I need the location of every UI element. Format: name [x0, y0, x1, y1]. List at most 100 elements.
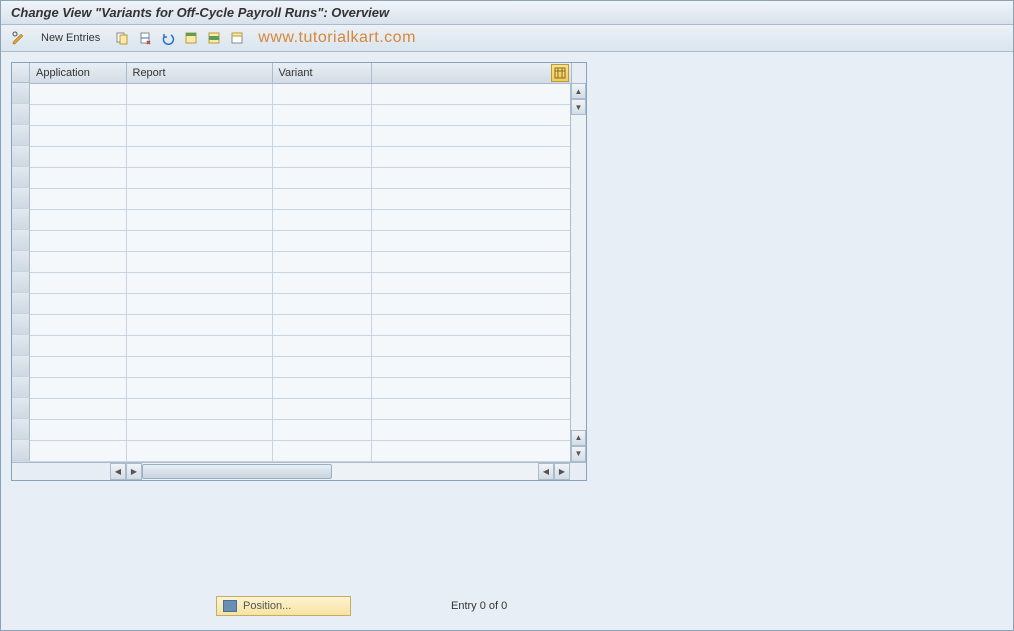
- table-cell[interactable]: [371, 440, 571, 461]
- table-cell[interactable]: [30, 104, 126, 125]
- table-cell[interactable]: [126, 398, 272, 419]
- deselect-all-button[interactable]: [227, 28, 247, 48]
- table-cell[interactable]: [126, 440, 272, 461]
- table-cell[interactable]: [371, 272, 571, 293]
- table-cell[interactable]: [371, 230, 571, 251]
- table-cell[interactable]: [272, 419, 371, 440]
- row-selector[interactable]: [12, 356, 30, 377]
- selector-header[interactable]: [12, 63, 30, 83]
- hscroll-track[interactable]: [142, 463, 538, 480]
- row-selector[interactable]: [12, 335, 30, 356]
- scroll-left-button[interactable]: ◀: [110, 463, 126, 480]
- scroll-up-button[interactable]: ▲: [571, 83, 586, 99]
- table-cell[interactable]: [30, 125, 126, 146]
- table-cell[interactable]: [371, 335, 571, 356]
- table-cell[interactable]: [30, 272, 126, 293]
- table-cell[interactable]: [371, 104, 571, 125]
- table-cell[interactable]: [371, 251, 571, 272]
- table-cell[interactable]: [126, 83, 272, 104]
- scroll-left-step-button[interactable]: ▶: [126, 463, 142, 480]
- table-cell[interactable]: [371, 419, 571, 440]
- scroll-down-step-button[interactable]: ▲: [571, 430, 586, 446]
- table-cell[interactable]: [30, 314, 126, 335]
- table-cell[interactable]: [371, 125, 571, 146]
- table-cell[interactable]: [371, 146, 571, 167]
- row-selector[interactable]: [12, 188, 30, 209]
- table-cell[interactable]: [371, 167, 571, 188]
- vertical-scrollbar[interactable]: ▲ ▼ ▲ ▼: [570, 83, 586, 462]
- row-selector[interactable]: [12, 146, 30, 167]
- table-cell[interactable]: [30, 293, 126, 314]
- row-selector[interactable]: [12, 209, 30, 230]
- scroll-right-button[interactable]: ▶: [554, 463, 570, 480]
- row-selector[interactable]: [12, 125, 30, 146]
- table-cell[interactable]: [30, 356, 126, 377]
- table-cell[interactable]: [272, 188, 371, 209]
- row-selector[interactable]: [12, 314, 30, 335]
- row-selector[interactable]: [12, 167, 30, 188]
- table-cell[interactable]: [272, 83, 371, 104]
- table-cell[interactable]: [30, 167, 126, 188]
- row-selector[interactable]: [12, 377, 30, 398]
- table-cell[interactable]: [30, 230, 126, 251]
- column-header-report[interactable]: Report: [126, 63, 272, 83]
- table-cell[interactable]: [371, 356, 571, 377]
- column-header-application[interactable]: Application: [30, 63, 126, 83]
- table-cell[interactable]: [30, 146, 126, 167]
- table-cell[interactable]: [272, 146, 371, 167]
- position-button[interactable]: Position...: [216, 596, 351, 616]
- table-cell[interactable]: [272, 104, 371, 125]
- table-cell[interactable]: [272, 209, 371, 230]
- scroll-right-step-button[interactable]: ◀: [538, 463, 554, 480]
- table-cell[interactable]: [371, 314, 571, 335]
- table-cell[interactable]: [126, 356, 272, 377]
- table-cell[interactable]: [272, 440, 371, 461]
- delete-button[interactable]: [135, 28, 155, 48]
- table-cell[interactable]: [30, 335, 126, 356]
- table-cell[interactable]: [272, 167, 371, 188]
- horizontal-scrollbar[interactable]: ◀ ▶ ◀ ▶: [110, 463, 570, 480]
- table-cell[interactable]: [30, 440, 126, 461]
- table-cell[interactable]: [126, 167, 272, 188]
- table-cell[interactable]: [126, 377, 272, 398]
- select-block-button[interactable]: [204, 28, 224, 48]
- table-cell[interactable]: [126, 419, 272, 440]
- table-cell[interactable]: [126, 146, 272, 167]
- row-selector[interactable]: [12, 398, 30, 419]
- table-cell[interactable]: [371, 188, 571, 209]
- table-cell[interactable]: [371, 209, 571, 230]
- select-all-button[interactable]: [181, 28, 201, 48]
- table-cell[interactable]: [371, 398, 571, 419]
- vscroll-track[interactable]: [571, 115, 586, 430]
- table-cell[interactable]: [126, 209, 272, 230]
- column-header-variant[interactable]: Variant: [272, 63, 371, 83]
- table-cell[interactable]: [30, 209, 126, 230]
- scroll-down-button[interactable]: ▼: [571, 446, 586, 462]
- table-cell[interactable]: [30, 419, 126, 440]
- hscroll-thumb[interactable]: [142, 464, 332, 479]
- table-cell[interactable]: [126, 314, 272, 335]
- row-selector[interactable]: [12, 272, 30, 293]
- row-selector[interactable]: [12, 419, 30, 440]
- table-cell[interactable]: [30, 251, 126, 272]
- table-settings-button[interactable]: [551, 64, 569, 82]
- row-selector[interactable]: [12, 293, 30, 314]
- table-cell[interactable]: [30, 83, 126, 104]
- table-cell[interactable]: [126, 272, 272, 293]
- table-cell[interactable]: [272, 335, 371, 356]
- table-cell[interactable]: [126, 104, 272, 125]
- copy-as-button[interactable]: [112, 28, 132, 48]
- table-cell[interactable]: [126, 125, 272, 146]
- new-entries-button[interactable]: New Entries: [32, 29, 109, 47]
- toggle-display-change-button[interactable]: [9, 28, 29, 48]
- table-cell[interactable]: [126, 293, 272, 314]
- undo-button[interactable]: [158, 28, 178, 48]
- table-cell[interactable]: [272, 272, 371, 293]
- scroll-up-step-button[interactable]: ▼: [571, 99, 586, 115]
- row-selector[interactable]: [12, 104, 30, 125]
- table-cell[interactable]: [126, 230, 272, 251]
- table-cell[interactable]: [272, 125, 371, 146]
- row-selector[interactable]: [12, 230, 30, 251]
- table-cell[interactable]: [272, 230, 371, 251]
- table-cell[interactable]: [272, 314, 371, 335]
